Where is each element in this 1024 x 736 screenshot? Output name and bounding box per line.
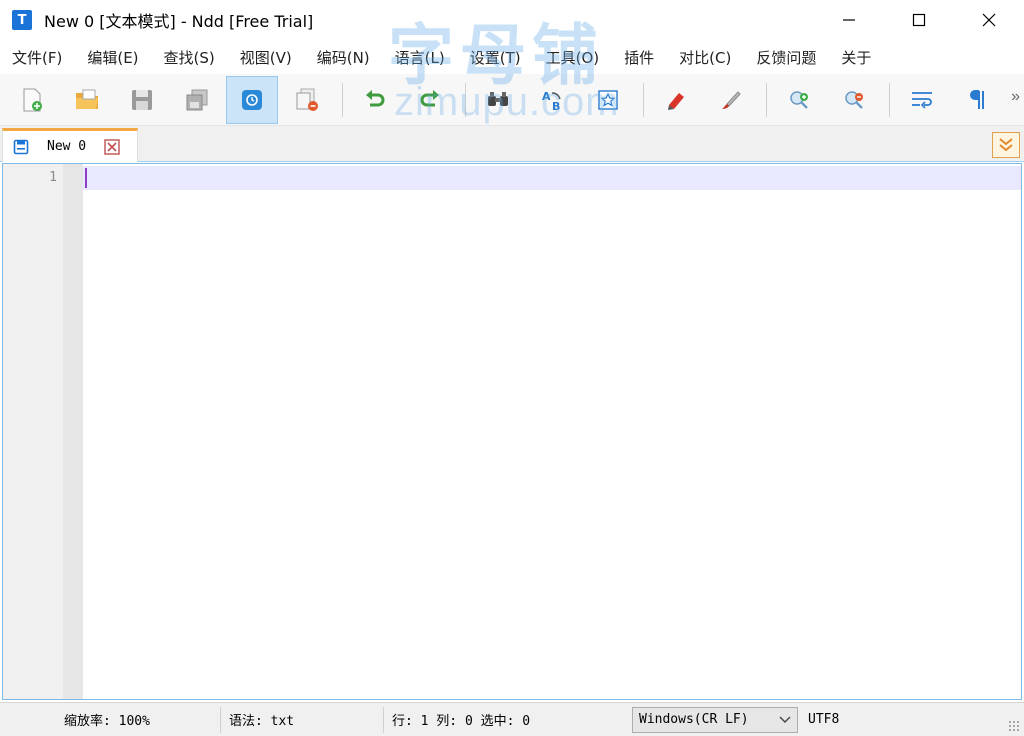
toolbar-separator (342, 82, 343, 117)
current-line-highlight (83, 166, 1021, 190)
line-number: 1 (49, 170, 57, 185)
zoom-in-icon (790, 90, 808, 109)
minimize-button[interactable] (814, 0, 884, 40)
close-button[interactable] (954, 0, 1024, 40)
syntax-status: 语法: txt (229, 714, 295, 729)
find-icon (488, 91, 508, 106)
undo-icon (366, 89, 385, 106)
find-button[interactable] (472, 76, 524, 124)
open-folder-icon (76, 89, 98, 109)
svg-text:A: A (542, 90, 551, 103)
cursor-position-status: 行: 1 列: 0 选中: 0 (392, 714, 531, 729)
maximize-icon (912, 13, 926, 27)
menu-edit[interactable]: 编辑(E) (79, 40, 146, 74)
toolbar-separator (643, 82, 644, 117)
text-editor[interactable]: 1 (2, 163, 1022, 700)
window-title: New 0 [文本模式] - Ndd [Free Trial] (44, 12, 314, 31)
clipboard-icon (242, 89, 262, 110)
replace-icon: AB (542, 90, 561, 113)
chevron-down-icon (779, 716, 791, 723)
new-file-icon (23, 88, 42, 111)
new-file-button[interactable] (6, 76, 58, 124)
brush-button[interactable] (705, 76, 757, 124)
save-icon (132, 89, 152, 110)
menu-search[interactable]: 查找(S) (156, 40, 223, 74)
menu-language[interactable]: 语言(L) (387, 40, 453, 74)
tab-close-button[interactable] (104, 138, 120, 155)
undo-button[interactable] (349, 76, 401, 124)
menu-file[interactable]: 文件(F) (4, 40, 70, 74)
brush-icon (722, 90, 741, 109)
redo-icon (420, 89, 439, 106)
text-caret (85, 168, 87, 188)
zoom-out-icon (845, 90, 863, 109)
toolbar: AB » (0, 74, 1024, 126)
redo-button[interactable] (404, 76, 456, 124)
close-icon (982, 13, 996, 27)
resize-grip[interactable] (1008, 720, 1020, 732)
show-symbols-button[interactable] (951, 76, 1003, 124)
fold-margin[interactable] (63, 164, 83, 699)
title-bar[interactable]: T New 0 [文本模式] - Ndd [Free Trial] (0, 0, 1024, 40)
menu-compare[interactable]: 对比(C) (671, 40, 739, 74)
toolbar-separator (766, 82, 767, 117)
replace-button[interactable]: AB (527, 76, 579, 124)
wrap-button[interactable] (896, 76, 948, 124)
menu-about[interactable]: 关于 (833, 40, 879, 74)
mark-icon (598, 89, 618, 110)
close-file-button[interactable] (281, 76, 333, 124)
maximize-button[interactable] (884, 0, 954, 40)
status-bar: 缩放率: 100% 语法: txt 行: 1 列: 0 选中: 0 Window… (0, 702, 1024, 736)
menu-bar: 文件(F) 编辑(E) 查找(S) 视图(V) 编码(N) 语言(L) 设置(T… (0, 40, 1024, 74)
toolbar-more-button[interactable]: » (1011, 88, 1020, 106)
tab-bar: New 0 (0, 126, 1024, 162)
toolbar-separator (465, 82, 466, 117)
svg-text:B: B (552, 100, 560, 113)
menu-settings[interactable]: 设置(T) (462, 40, 529, 74)
clipboard-button[interactable] (226, 75, 278, 124)
window-controls (814, 0, 1024, 40)
toolbar-separator (889, 82, 890, 117)
pilcrow-icon (970, 89, 984, 109)
eol-select[interactable]: Windows(CR LF) (632, 706, 798, 733)
tab-list-button[interactable] (992, 132, 1020, 158)
encoding-status: UTF8 (808, 712, 840, 727)
tab-label: New 0 (47, 139, 87, 154)
menu-view[interactable]: 视图(V) (232, 40, 300, 74)
open-button[interactable] (61, 76, 113, 124)
eol-value: Windows(CR LF) (639, 712, 749, 727)
zoom-status: 缩放率: 100% (64, 714, 150, 729)
save-all-icon (186, 89, 208, 110)
mark-button[interactable] (582, 76, 634, 124)
menu-plugins[interactable]: 插件 (616, 40, 662, 74)
save-button[interactable] (116, 76, 168, 124)
save-all-button[interactable] (171, 76, 223, 124)
minimize-icon (843, 19, 855, 21)
tab-new-0[interactable]: New 0 (2, 128, 138, 162)
menu-feedback[interactable]: 反馈问题 (748, 40, 824, 74)
highlighter-button[interactable] (650, 76, 702, 124)
double-chevron-down-icon (999, 138, 1013, 152)
zoom-in-button[interactable] (773, 76, 825, 124)
close-file-icon (296, 88, 318, 111)
zoom-out-button[interactable] (828, 76, 880, 124)
app-icon: T (12, 10, 32, 30)
highlighter-icon (668, 92, 684, 110)
menu-encoding[interactable]: 编码(N) (309, 40, 378, 74)
wrap-icon (912, 91, 932, 109)
close-icon (104, 138, 120, 155)
document-icon (13, 139, 29, 155)
menu-tools[interactable]: 工具(O) (538, 40, 608, 74)
